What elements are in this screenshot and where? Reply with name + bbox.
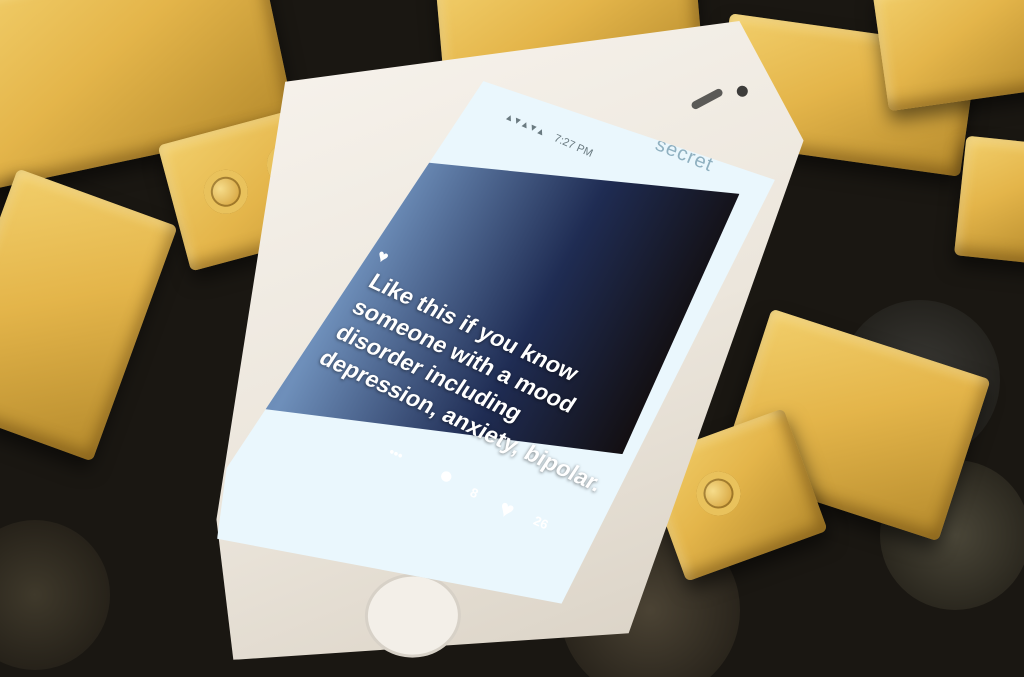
- like-count: 17: [760, 260, 780, 281]
- lego-brick: [953, 135, 1024, 265]
- status-time: 7:27 PM: [552, 132, 595, 160]
- like-count: 26: [531, 512, 551, 533]
- status-carrier: ▴ ▾ ▴ ▾ ▴: [504, 111, 546, 139]
- lego-brick: [0, 168, 178, 462]
- status-bar: ▴ ▾ ▴ ▾ ▴ 7:27 PM: [505, 110, 595, 160]
- more-icon[interactable]: •••: [387, 444, 406, 463]
- smartphone: ▴ ▾ ▴ ▾ ▴ 7:27 PM secret ••• ● 4 ♥ 17 ♥ …: [199, 0, 821, 660]
- bubble-wrap: [0, 520, 110, 670]
- lego-brick: [872, 0, 1024, 112]
- compose-icon[interactable]: [794, 206, 821, 231]
- heart-icon[interactable]: ♥: [494, 495, 518, 526]
- comment-count: 8: [467, 484, 481, 502]
- comment-icon[interactable]: ●: [434, 461, 459, 492]
- photo-scene: ▴ ▾ ▴ ▾ ▴ 7:27 PM secret ••• ● 4 ♥ 17 ♥ …: [0, 0, 1024, 677]
